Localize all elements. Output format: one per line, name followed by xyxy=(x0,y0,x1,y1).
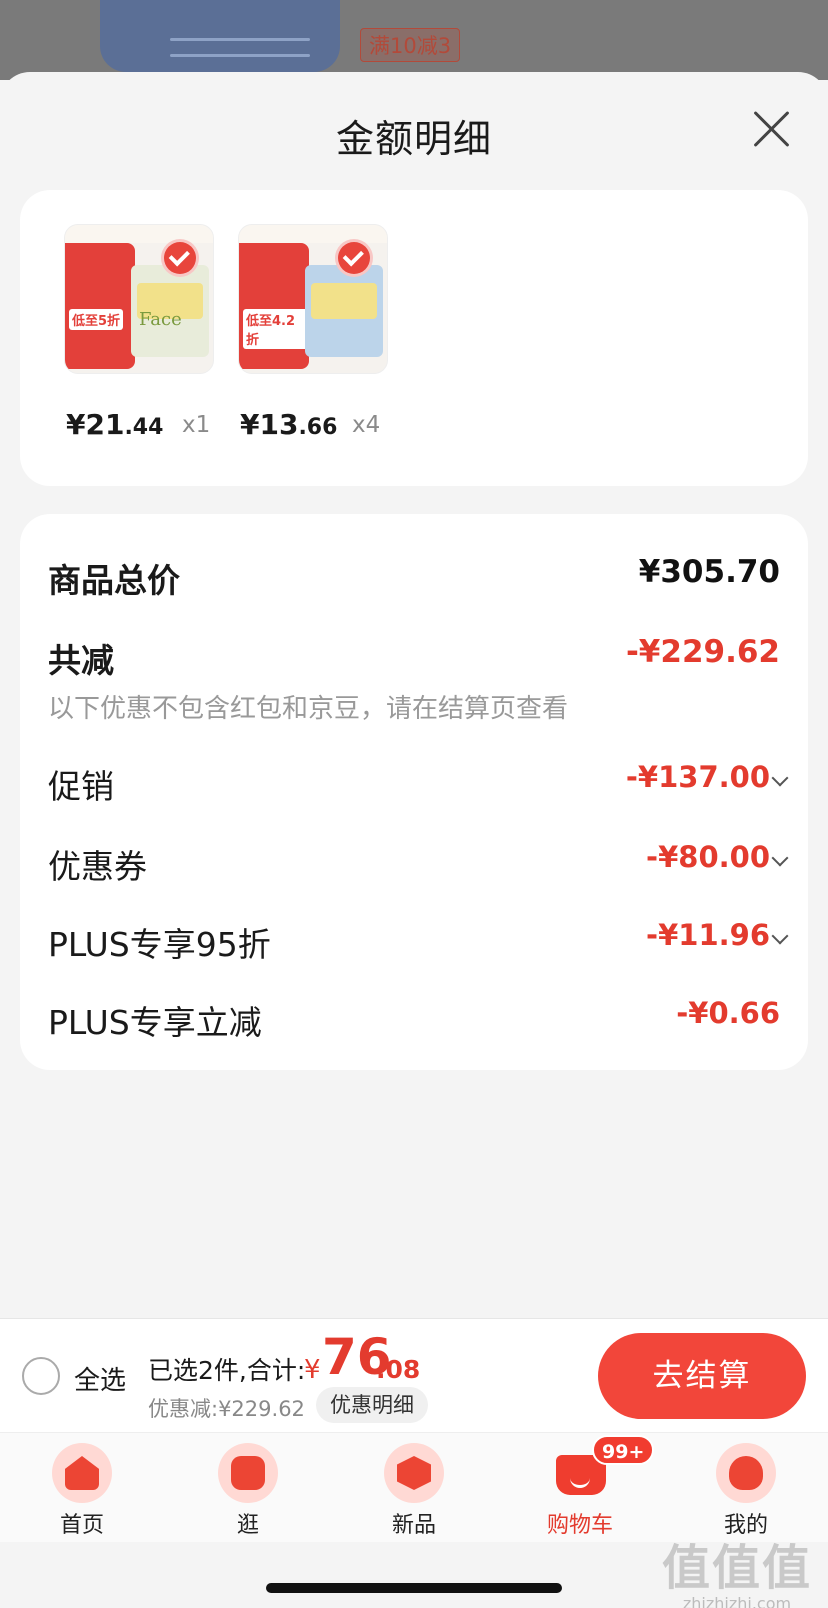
home-icon xyxy=(52,1443,112,1503)
plus-reduction-row: PLUS专享立减 -¥0.66 xyxy=(48,996,780,1046)
coupon-row[interactable]: 优惠券 -¥80.00 xyxy=(48,840,789,890)
total-reduction-row: 共减 -¥229.62 xyxy=(48,634,780,684)
sheet-title: 金额明细 xyxy=(335,117,492,161)
total-price-row: 商品总价 ¥305.70 xyxy=(48,554,780,604)
discount-detail-button[interactable]: 优惠明细 xyxy=(316,1387,428,1423)
plus-reduction-value: -¥0.66 xyxy=(676,996,780,1030)
saved-amount: 优惠减:¥229.62 xyxy=(148,1397,305,1421)
promotion-row[interactable]: 促销 -¥137.00 xyxy=(48,760,789,810)
promotion-label: 促销 xyxy=(48,767,114,806)
check-icon xyxy=(161,239,199,277)
total-reduction-value: -¥229.62 xyxy=(625,634,780,670)
checkout-button[interactable]: 去结算 xyxy=(598,1333,806,1419)
background-promo-tag: 满10减3 xyxy=(360,28,461,62)
tab-cart[interactable]: 99+ 购物车 xyxy=(520,1433,655,1543)
coupon-label: 优惠券 xyxy=(48,847,147,886)
product-item[interactable]: 低至5折 Face xyxy=(64,224,214,374)
watermark: 值值值 zhizhizhi.com xyxy=(661,1540,812,1608)
chevron-down-icon xyxy=(771,849,789,867)
product-quantity: x1 xyxy=(182,412,211,438)
home-indicator[interactable] xyxy=(266,1583,562,1593)
cart-count-badge: 99+ xyxy=(592,1435,655,1465)
plus-reduction-label: PLUS专享立减 xyxy=(48,1003,262,1042)
background-page: 满10减3 xyxy=(0,0,828,80)
tab-label: 新品 xyxy=(391,1513,436,1538)
discount-note: 以下优惠不包含红包和京豆，请在结算页查看 xyxy=(48,694,569,724)
profile-icon xyxy=(716,1443,776,1503)
product-price: ¥21.44 xyxy=(66,408,164,441)
new-products-icon xyxy=(384,1443,444,1503)
select-all-checkbox[interactable] xyxy=(22,1357,60,1395)
total-reduction-label: 共减 xyxy=(48,641,114,680)
tab-label: 购物车 xyxy=(546,1513,613,1538)
product-image: 低至4.2折 xyxy=(238,224,388,374)
total-currency: ¥ xyxy=(304,1355,321,1385)
tab-label: 首页 xyxy=(59,1513,104,1538)
promotion-value: -¥137.00 xyxy=(625,760,770,794)
items-card: 低至5折 Face ¥21.44 x1 低至4.2折 ¥13.66 x4 xyxy=(20,190,808,486)
total-amount-decimal: .08 xyxy=(376,1355,421,1384)
bottom-tab-bar: 首页 逛 新品 99+ 购物车 我的 xyxy=(0,1432,828,1542)
product-image: 低至5折 Face xyxy=(64,224,214,374)
total-price-value: ¥305.70 xyxy=(638,554,780,590)
close-icon[interactable] xyxy=(750,108,792,150)
browse-icon xyxy=(218,1443,278,1503)
product-price: ¥13.66 xyxy=(240,408,338,441)
select-all-label[interactable]: 全选 xyxy=(74,1360,126,1397)
tab-label: 逛 xyxy=(236,1513,259,1538)
price-detail-card: 商品总价 ¥305.70 共减 -¥229.62 以下优惠不包含红包和京豆，请在… xyxy=(20,514,808,1070)
plus-discount-row[interactable]: PLUS专享95折 -¥11.96 xyxy=(48,918,789,968)
check-icon xyxy=(335,239,373,277)
total-price-label: 商品总价 xyxy=(48,561,180,600)
plus-discount-label: PLUS专享95折 xyxy=(48,925,271,964)
chevron-down-icon xyxy=(771,927,789,945)
tab-profile[interactable]: 我的 xyxy=(686,1433,806,1543)
product-item[interactable]: 低至4.2折 xyxy=(238,224,388,374)
plus-discount-value: -¥11.96 xyxy=(646,918,770,952)
coupon-value: -¥80.00 xyxy=(646,840,770,874)
tab-home[interactable]: 首页 xyxy=(22,1433,142,1543)
selected-info: 已选2件,合计: xyxy=(148,1356,306,1385)
tab-new-products[interactable]: 新品 xyxy=(354,1433,474,1543)
tab-browse[interactable]: 逛 xyxy=(188,1433,308,1543)
checkout-bar: 全选 已选2件,合计: ¥ 76 .08 优惠减:¥229.62 优惠明细 去结… xyxy=(0,1318,828,1432)
background-product-image xyxy=(100,0,340,72)
product-quantity: x4 xyxy=(352,412,381,438)
chevron-down-icon xyxy=(771,769,789,787)
